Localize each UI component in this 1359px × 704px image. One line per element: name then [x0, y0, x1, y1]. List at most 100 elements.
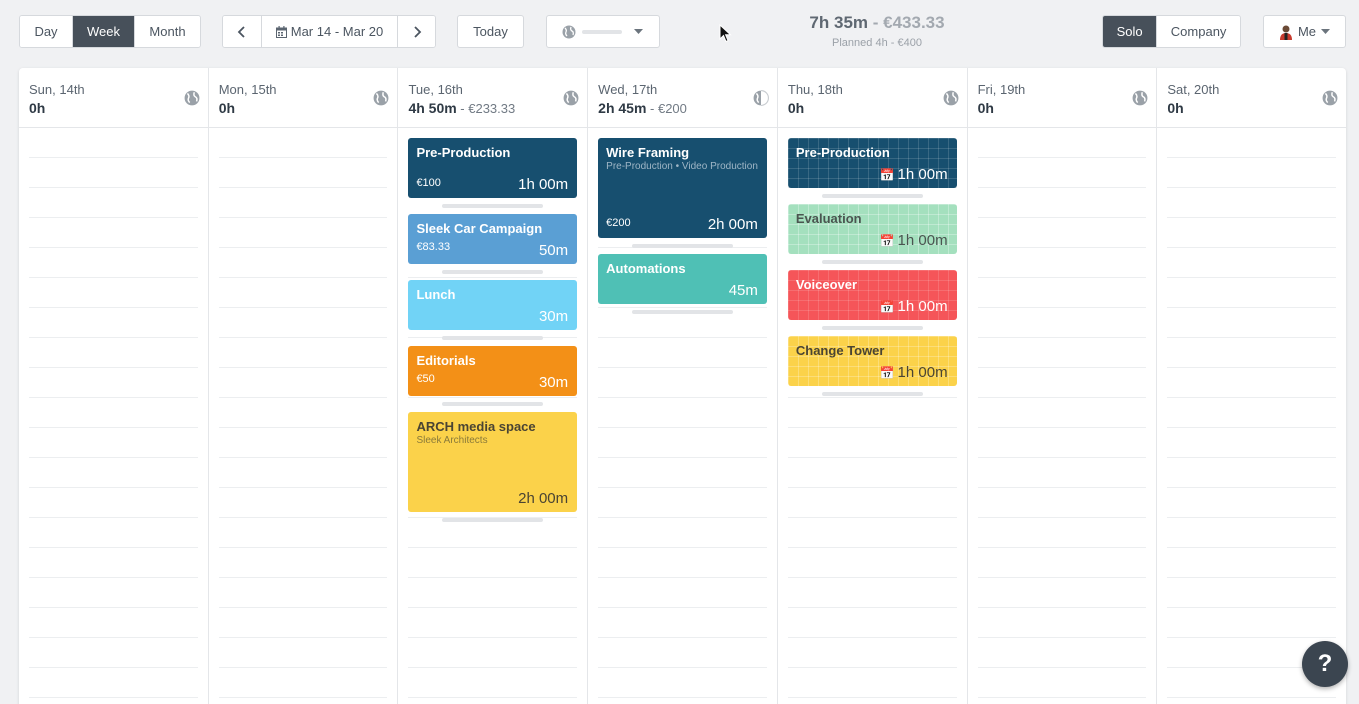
- day-column-wed: Wed, 17th 2h 45m - €200 Wire Framing Pre…: [588, 68, 778, 704]
- mode-switch: Solo Company: [1102, 15, 1241, 48]
- time-entry[interactable]: Automations 45m: [598, 254, 767, 304]
- day-total-time: 0h: [29, 100, 46, 116]
- calendar-icon: [275, 25, 287, 38]
- entry-title: Lunch: [416, 287, 456, 302]
- entry-duration-value: 1h 00m: [897, 364, 948, 381]
- resize-handle[interactable]: [821, 392, 923, 396]
- entry-duration: 📅 1h 00m: [880, 364, 948, 381]
- entry-duration-value: 1h 00m: [897, 232, 948, 249]
- day-timeline[interactable]: [19, 128, 208, 704]
- globe-icon: [562, 25, 576, 38]
- day-total: 2h 45m - €200: [598, 100, 767, 116]
- day-timeline[interactable]: Pre-Production €100 1h 00m Sleek Car Cam…: [398, 128, 588, 704]
- resize-handle[interactable]: [821, 260, 923, 264]
- resize-handle[interactable]: [632, 310, 733, 314]
- avatar: [1279, 25, 1292, 40]
- resize-handle[interactable]: [632, 244, 733, 248]
- day-timeline[interactable]: [967, 128, 1157, 704]
- day-timeline[interactable]: Wire Framing Pre-Production • Video Prod…: [588, 128, 777, 704]
- globe-icon[interactable]: [943, 90, 959, 106]
- resize-handle[interactable]: [442, 402, 544, 406]
- planned-entry[interactable]: Evaluation 📅 1h 00m: [788, 204, 957, 254]
- planned-entry[interactable]: Change Tower 📅 1h 00m: [788, 336, 957, 386]
- day-timeline[interactable]: Pre-Production 📅 1h 00m Evaluation 📅 1h 00…: [777, 128, 967, 704]
- date-navigation: Mar 14 - Mar 20: [222, 15, 436, 48]
- globe-icon[interactable]: [373, 90, 389, 106]
- chevron-left-icon: [237, 25, 245, 38]
- entry-duration-value: 1h 00m: [897, 166, 948, 183]
- entry-duration: 2h 00m: [707, 216, 758, 233]
- calendar-icon: 📅: [879, 234, 895, 248]
- day-total-time: 0h: [1167, 100, 1184, 116]
- planned-entry[interactable]: Voiceover 📅 1h 00m: [788, 270, 957, 320]
- day-date: Sat, 20th: [1167, 82, 1220, 97]
- tracked-time: 7h 35m: [809, 13, 869, 32]
- entry-title: Voiceover: [795, 277, 858, 292]
- user-menu-button[interactable]: Me: [1263, 15, 1346, 48]
- day-total: 0h: [29, 100, 198, 116]
- project-filter-dropdown[interactable]: [546, 15, 660, 48]
- time-entry[interactable]: Wire Framing Pre-Production • Video Prod…: [598, 138, 767, 238]
- day-date: Sun, 14th: [29, 82, 85, 97]
- day-date: Wed, 17th: [598, 82, 658, 97]
- today-button[interactable]: Today: [457, 15, 524, 48]
- entry-duration: 📅 1h 00m: [880, 298, 948, 315]
- next-week-button[interactable]: [398, 16, 435, 47]
- day-total: 0h: [978, 100, 1147, 116]
- day-date: Fri, 19th: [977, 82, 1026, 97]
- tracked-amount: €433.33: [883, 13, 945, 32]
- entry-title: Evaluation: [795, 211, 862, 226]
- month-view-button[interactable]: Month: [135, 16, 200, 47]
- entry-client: Sleek Architects: [416, 435, 488, 446]
- day-total-money: - €233.33: [456, 101, 516, 116]
- globe-icon[interactable]: [184, 90, 200, 106]
- entry-title: Automations: [606, 261, 686, 276]
- entry-title: ARCH media space: [416, 419, 536, 434]
- day-date: Thu, 18th: [787, 82, 843, 97]
- solo-mode-button[interactable]: Solo: [1103, 16, 1158, 47]
- time-entry[interactable]: Pre-Production €100 1h 00m: [408, 138, 578, 198]
- time-entry[interactable]: Editorials €50 30m: [408, 346, 578, 396]
- company-mode-button[interactable]: Company: [1157, 16, 1240, 47]
- resize-handle[interactable]: [821, 194, 923, 198]
- planned-summary: Planned 4h - €400: [832, 37, 922, 49]
- globe-partial-icon[interactable]: [753, 90, 769, 106]
- day-header: Thu, 18th 0h: [777, 68, 967, 128]
- entry-title: Wire Framing: [606, 145, 690, 160]
- date-range-picker[interactable]: Mar 14 - Mar 20: [262, 16, 398, 47]
- week-view-button[interactable]: Week: [73, 16, 135, 47]
- mouse-cursor-icon: [719, 24, 732, 43]
- help-button[interactable]: ?: [1302, 641, 1348, 687]
- day-date: Mon, 15th: [218, 82, 277, 97]
- resize-handle[interactable]: [442, 270, 544, 274]
- entry-duration: 50m: [538, 242, 569, 259]
- day-timeline[interactable]: [208, 128, 398, 704]
- time-entry[interactable]: Lunch 30m: [408, 280, 578, 330]
- day-view-button[interactable]: Day: [20, 16, 73, 47]
- time-entry[interactable]: ARCH media space Sleek Architects 2h 00m: [408, 412, 578, 512]
- time-entry[interactable]: Sleek Car Campaign €83.33 50m: [408, 214, 578, 264]
- day-header: Wed, 17th 2h 45m - €200: [588, 68, 777, 128]
- planned-entry[interactable]: Pre-Production 📅 1h 00m: [788, 138, 957, 188]
- resize-handle[interactable]: [442, 518, 544, 522]
- day-total: 4h 50m - €233.33: [408, 100, 577, 116]
- globe-icon[interactable]: [1132, 90, 1148, 106]
- entry-title: Editorials: [416, 353, 476, 368]
- entry-duration: 📅 1h 00m: [880, 232, 948, 249]
- globe-icon[interactable]: [1322, 90, 1338, 106]
- resize-handle[interactable]: [442, 204, 544, 208]
- chevron-right-icon: [413, 25, 421, 38]
- day-timeline[interactable]: [1157, 128, 1346, 704]
- entry-duration: 45m: [728, 282, 758, 299]
- globe-icon[interactable]: [563, 90, 579, 106]
- resize-handle[interactable]: [442, 336, 544, 340]
- entry-duration: 2h 00m: [518, 490, 569, 507]
- resize-handle[interactable]: [821, 326, 923, 330]
- entry-duration: 1h 00m: [518, 176, 569, 193]
- user-menu-label: Me: [1297, 24, 1317, 39]
- entry-money: €83.33: [416, 241, 451, 253]
- entry-title: Pre-Production: [416, 145, 511, 160]
- day-column-fri: Fri, 19th 0h: [967, 68, 1158, 704]
- entry-duration-value: 1h 00m: [897, 298, 948, 315]
- prev-week-button[interactable]: [223, 16, 262, 47]
